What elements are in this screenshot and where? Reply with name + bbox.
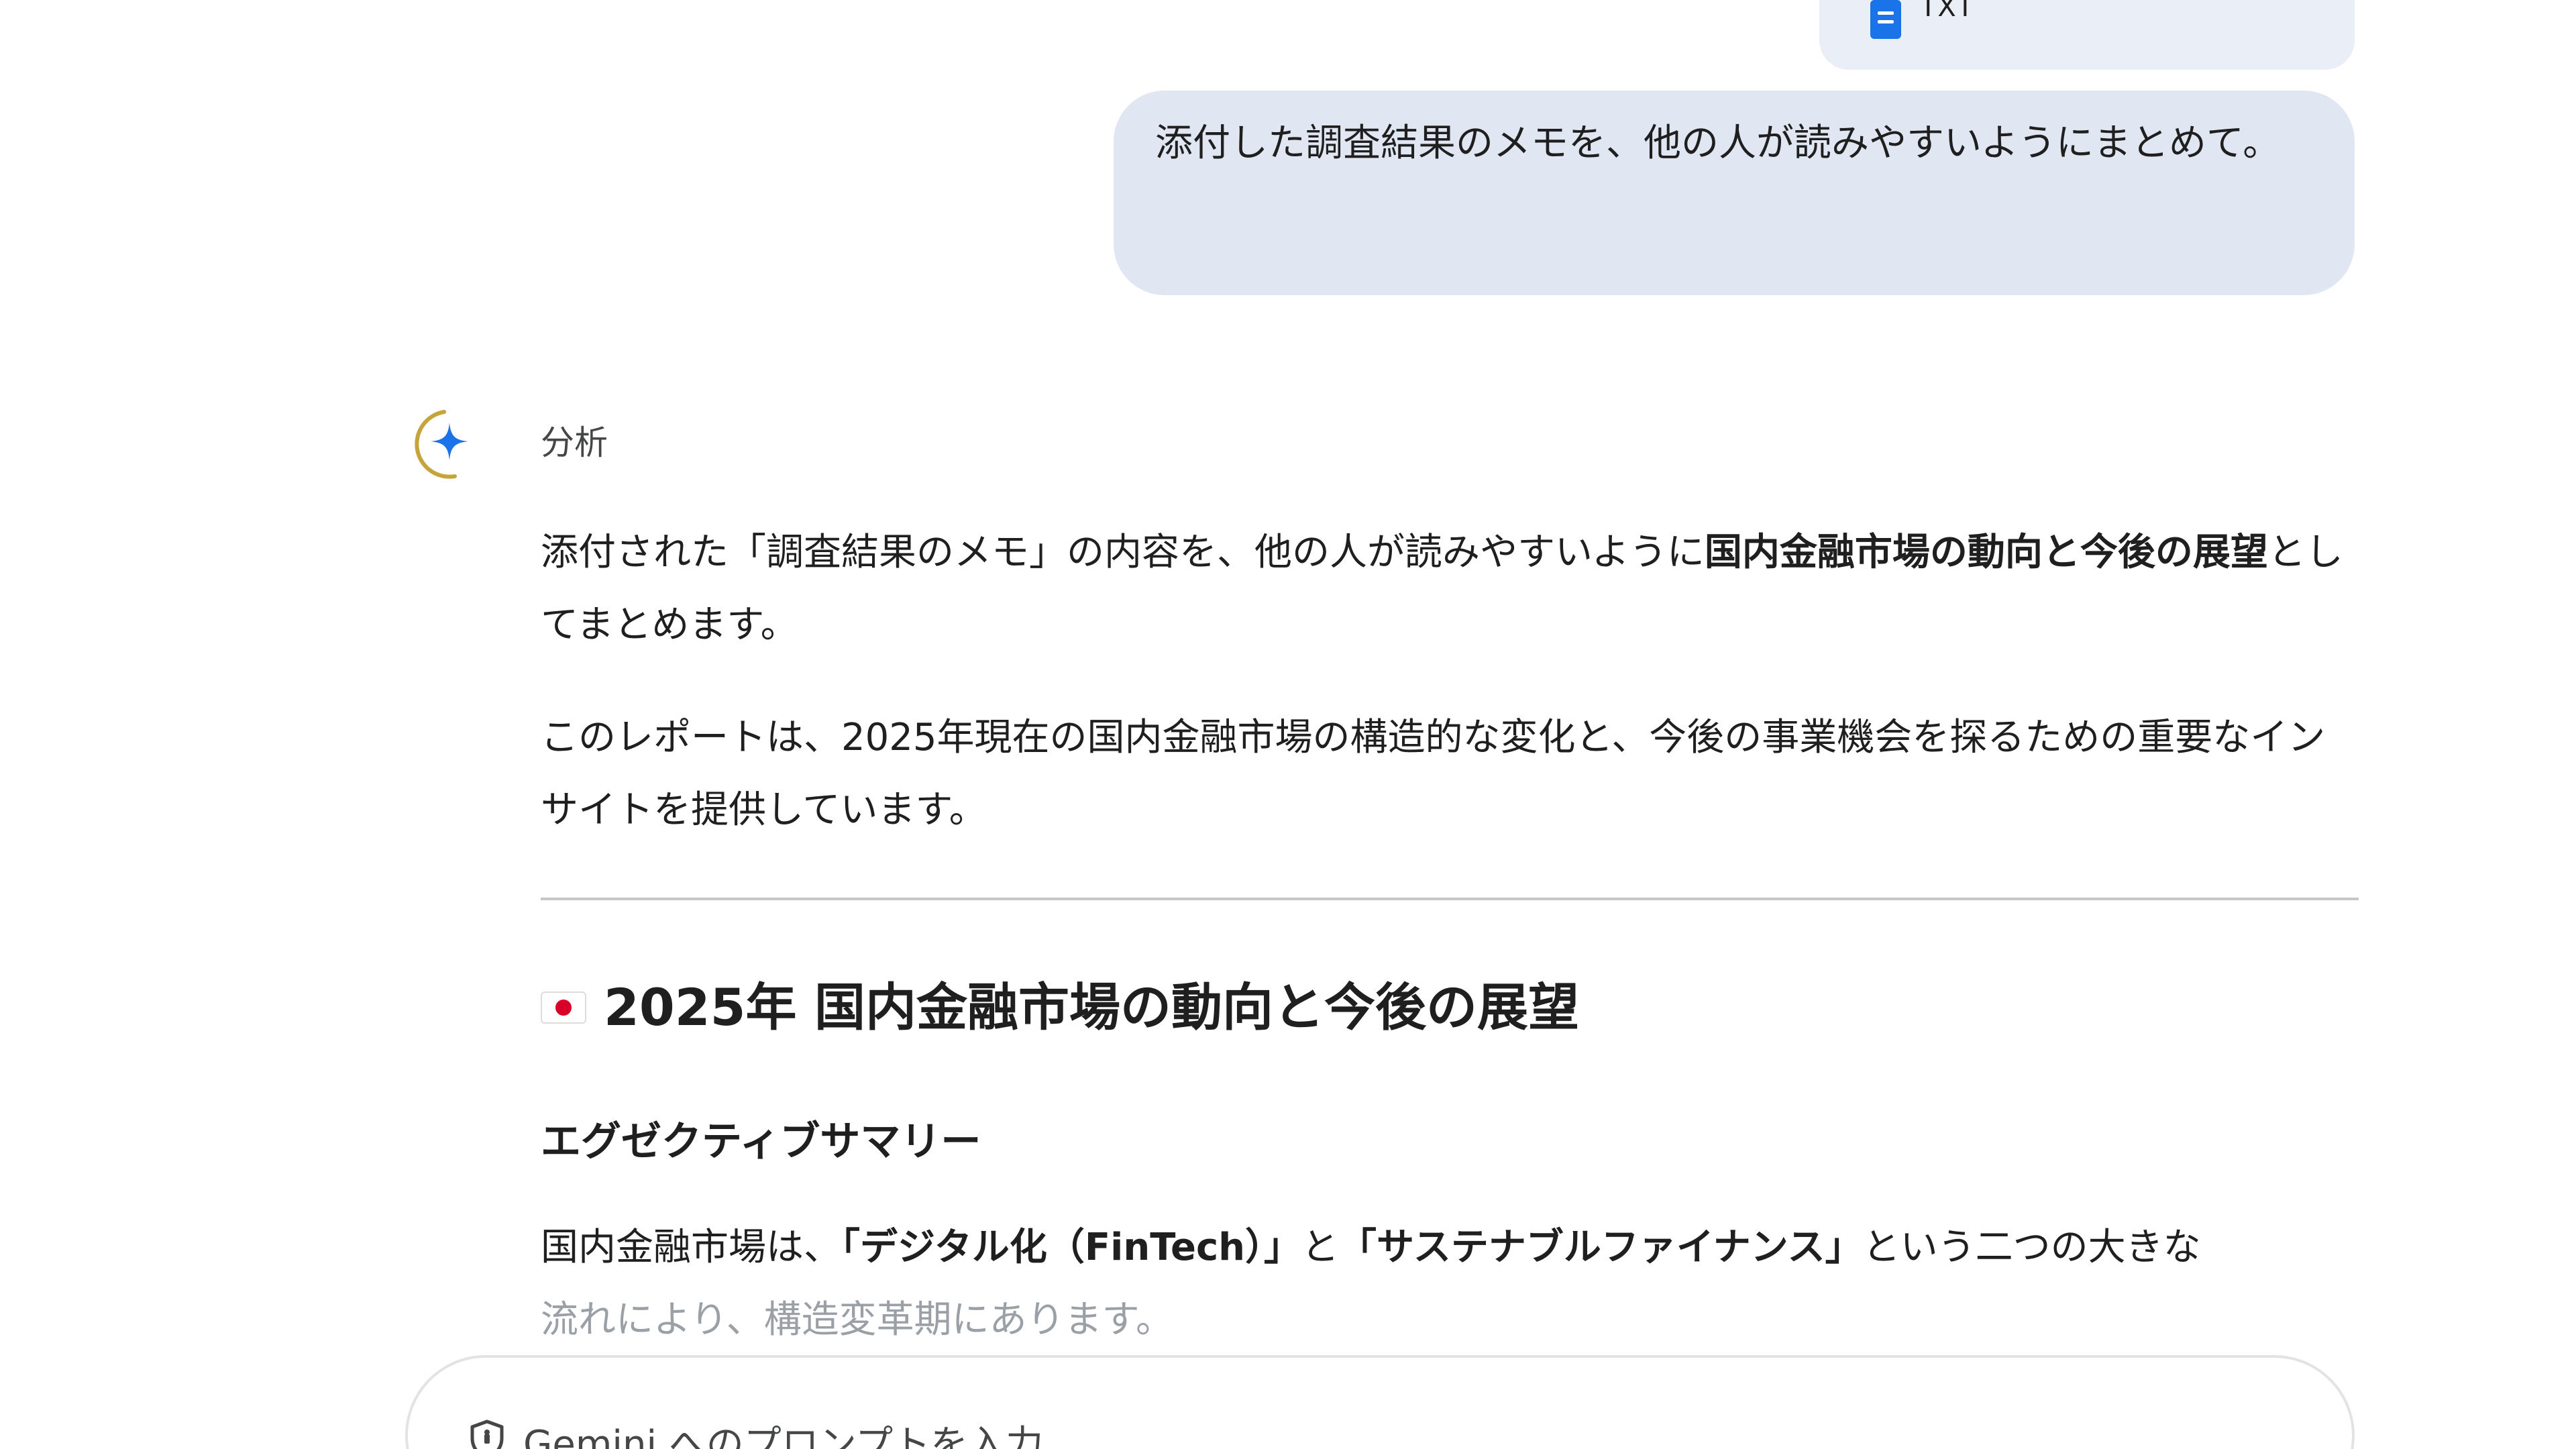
user-message-bubble: 添付した調査結果のメモを、他の人が読みやすいようにまとめて。 — [1114, 91, 2355, 295]
prompt-placeholder[interactable]: Gemini へのプロンプトを入力 — [523, 1414, 1043, 1449]
response-intro-paragraph: 添付された「調査結果のメモ」の内容を、他の人が読みやすいように国内金融市場の動向… — [541, 517, 2359, 661]
prompt-input-bar[interactable]: Gemini へのプロンプトを入力 — [405, 1355, 2355, 1449]
summary-text-a: 国内金融市場は、 — [541, 1226, 841, 1269]
chat-page: TXT 添付した調査結果のメモを、他の人が読みやすいようにまとめて。 分析 添付… — [0, 0, 2576, 1449]
summary-faded-text: 流れにより、構造変革期にあります。 — [541, 1298, 1174, 1342]
summary-text-c: と — [1301, 1226, 1340, 1269]
attachment-chip[interactable]: TXT — [1819, 0, 2355, 70]
summary-text-e: という二つの大きな — [1862, 1226, 2201, 1269]
analysis-status-label[interactable]: 分析 — [541, 416, 608, 464]
japan-flag-icon — [541, 991, 586, 1024]
report-title: 2025年 国内金融市場の動向と今後の展望 — [541, 974, 2359, 1041]
response-report-description: このレポートは、2025年現在の国内金融市場の構造的な変化と、今後の事業機会を探… — [541, 716, 2326, 832]
shield-icon — [470, 1419, 504, 1449]
document-icon — [1870, 0, 1901, 39]
intro-text: 添付された「調査結果のメモ」の内容を、他の人が読みやすいように — [541, 531, 1705, 574]
user-message-text: 添付した調査結果のメモを、他の人が読みやすいようにまとめて。 — [1155, 121, 2281, 165]
divider — [541, 898, 2359, 900]
model-response: 添付された「調査結果のメモ」の内容を、他の人が読みやすいように国内金融市場の動向… — [541, 517, 2359, 1356]
executive-summary-heading: エグゼクティブサマリー — [541, 1118, 981, 1165]
executive-summary-paragraph: 国内金融市場は、「デジタル化（FinTech）」と「サステナブルファイナンス」と… — [541, 1212, 2359, 1356]
intro-bold-text: 国内金融市場の動向と今後の展望 — [1704, 531, 2268, 574]
summary-bold-sustainable: 「サステナブルファイナンス」 — [1339, 1226, 1863, 1269]
report-title-text: 2025年 国内金融市場の動向と今後の展望 — [604, 977, 1579, 1037]
gemini-sparkle-icon — [415, 410, 468, 479]
summary-bold-fintech: 「デジタル化（FinTech）」 — [841, 1226, 1302, 1269]
attachment-file-type: TXT — [1920, 0, 1975, 23]
